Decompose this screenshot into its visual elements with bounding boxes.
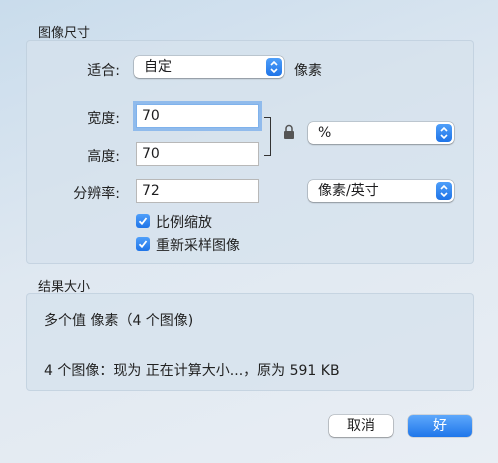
chevron-up-down-icon (436, 124, 452, 142)
lock-icon[interactable] (283, 124, 295, 144)
proportion-bracket (264, 117, 271, 156)
size-unit-value: % (318, 125, 332, 141)
result-summary-text: 4 个图像：现为 正在计算大小...，原为 591 KB (44, 363, 340, 379)
resample-image-checkbox[interactable] (136, 237, 150, 251)
scale-proportionally-checkbox[interactable] (136, 214, 150, 228)
checkmark-icon (138, 217, 148, 226)
chevron-up-down-icon (436, 182, 452, 200)
cancel-button[interactable]: 取消 (329, 415, 393, 437)
fit-unit-label: 像素 (294, 63, 322, 79)
checkmark-icon (138, 240, 148, 249)
multiple-values-text: 多个值 像素（4 个图像) (44, 313, 194, 329)
fit-label: 适合: (87, 63, 120, 79)
chevron-up-down-icon (266, 58, 282, 76)
resample-image-label[interactable]: 重新采样图像 (156, 235, 240, 255)
resolution-unit-value: 像素/英寸 (318, 183, 379, 199)
width-field[interactable]: 70 (136, 104, 259, 128)
resolution-field[interactable]: 72 (136, 179, 259, 203)
fit-popup[interactable]: 自定 (134, 56, 284, 78)
scale-proportionally-label[interactable]: 比例缩放 (156, 212, 212, 232)
fit-popup-value: 自定 (144, 59, 172, 75)
ok-button[interactable]: 好 (408, 415, 472, 437)
height-field[interactable]: 70 (136, 142, 259, 166)
size-unit-popup[interactable]: % (308, 122, 454, 144)
resolution-unit-popup[interactable]: 像素/英寸 (308, 180, 454, 202)
width-label: 宽度: (87, 111, 120, 127)
image-size-section-title: 图像尺寸 (38, 26, 91, 41)
height-label: 高度: (87, 149, 120, 165)
resolution-label: 分辨率: (73, 186, 120, 202)
